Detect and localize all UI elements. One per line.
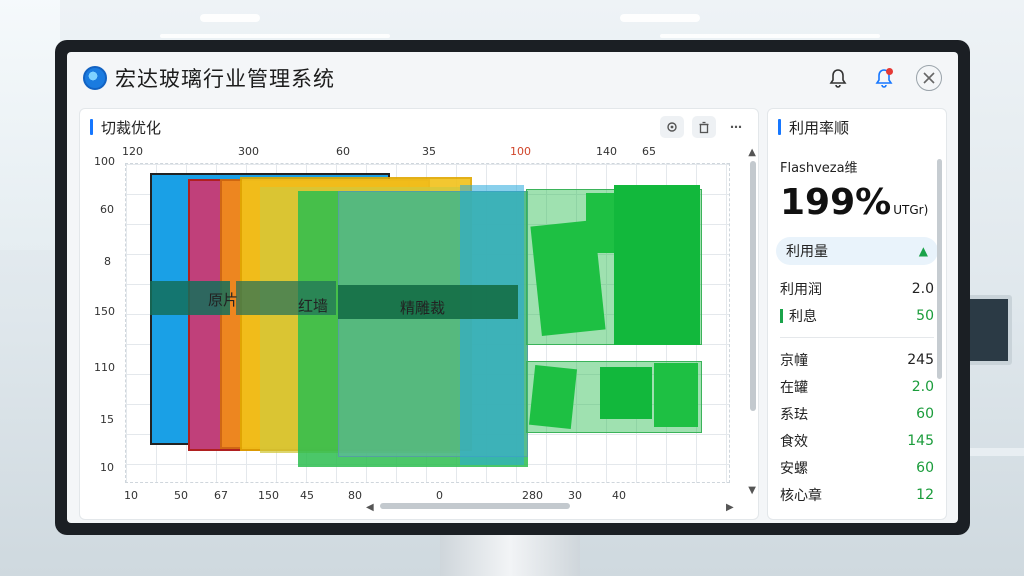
cutting-layout-chart: 120 300 60 35 100 140 65 100 60 8 150 11… [80, 145, 760, 521]
list-item: 安螺 60 [768, 454, 946, 481]
list-item: 核心章 12 [768, 481, 946, 508]
list-item-value: 245 [907, 351, 934, 368]
panel-scrollbar[interactable] [937, 159, 942, 379]
stat-label: Flashveza维 [780, 161, 858, 176]
horizontal-scrollbar[interactable] [380, 503, 570, 509]
bell-alert-icon[interactable] [870, 64, 898, 92]
ceiling-light [620, 14, 700, 22]
x-bottom-tick: 80 [348, 489, 362, 502]
bell-icon[interactable] [824, 64, 852, 92]
stat-row-value: 50 [916, 307, 934, 324]
list-item: 系珐 60 [768, 400, 946, 427]
big-number: 199% [780, 182, 892, 223]
ceiling-light [200, 14, 260, 22]
accent-bar [778, 119, 781, 135]
background-window [0, 0, 60, 250]
list-item: 食效 145 [768, 427, 946, 454]
list-item-label: 安螺 [780, 460, 808, 477]
app-title: 宏达玻璃行业管理系统 [115, 67, 335, 91]
x-bottom-tick: 50 [174, 489, 188, 502]
band-label: 红墙 [298, 297, 329, 315]
list-item-value: 145 [907, 432, 934, 449]
band-label: 精雕裁 [400, 299, 446, 317]
y-tick: 8 [104, 255, 111, 268]
pill-label: 利用量 [786, 244, 828, 260]
list-item-label: 在罐 [780, 379, 808, 396]
x-top-tick: 140 [596, 145, 617, 158]
x-bottom-tick: 67 [214, 489, 228, 502]
title-bar: 宏达玻璃行业管理系统 [67, 52, 958, 104]
list-item: 在罐 2.0 [768, 373, 946, 400]
stat-row-label: 利用润 [780, 281, 822, 298]
list-item-value: 2.0 [911, 378, 934, 395]
panel-title: 切裁优化 [101, 118, 162, 137]
list-item-value: 60 [916, 405, 934, 422]
cut-piece[interactable] [614, 185, 700, 345]
stat-row: 利息 50 [768, 302, 946, 329]
y-tick: 15 [100, 413, 114, 426]
stat-row-value: 2.0 [911, 280, 934, 297]
x-bottom-tick: 150 [258, 489, 279, 502]
scroll-down-arrow[interactable]: ▼ [748, 485, 756, 496]
trash-icon[interactable] [692, 116, 716, 138]
close-icon[interactable] [916, 65, 942, 91]
x-top-tick: 300 [238, 145, 259, 158]
list-item-label: 核心章 [780, 487, 822, 504]
big-unit: UTGr) [893, 203, 929, 217]
x-bottom-tick: 45 [300, 489, 314, 502]
list-item-value: 60 [916, 459, 934, 476]
cut-piece[interactable] [528, 364, 578, 430]
y-tick: 100 [94, 155, 115, 168]
x-top-tick: 65 [642, 145, 656, 158]
y-tick: 110 [94, 361, 115, 374]
list-item-label: 系珐 [780, 406, 808, 423]
list-item-label: 京幢 [780, 352, 808, 369]
panel-title: 利用率顺 [789, 118, 850, 137]
ceiling-light [660, 34, 880, 38]
divider [780, 337, 934, 338]
settings-icon[interactable] [660, 116, 684, 138]
accent-bar [90, 119, 93, 135]
app-screen: 宏达玻璃行业管理系统 切裁优化 ⋯ 120 300 60 35 100 140 … [67, 52, 958, 523]
x-top-tick: 120 [122, 145, 143, 158]
cut-piece[interactable] [600, 367, 652, 419]
x-bottom-tick: 40 [612, 489, 626, 502]
cutting-optimization-panel: 切裁优化 ⋯ 120 300 60 35 100 140 65 100 60 8… [79, 108, 759, 520]
band-label: 原片 [208, 291, 239, 309]
monitor: 宏达玻璃行业管理系统 切裁优化 ⋯ 120 300 60 35 100 140 … [55, 40, 970, 535]
trend-up-icon: ▲ [918, 244, 928, 258]
monitor-stand [440, 535, 580, 576]
scroll-up-arrow[interactable]: ▲ [748, 147, 756, 158]
glass-sheet-cyan[interactable] [460, 185, 524, 465]
list-item: 京幢 245 [768, 346, 946, 373]
y-tick: 10 [100, 461, 114, 474]
list-item-label: 食效 [780, 433, 808, 450]
x-bottom-tick: 0 [436, 489, 443, 502]
scroll-left-arrow[interactable]: ◀ [366, 502, 374, 513]
cut-piece[interactable] [654, 363, 698, 427]
x-bottom-tick: 280 [522, 489, 543, 502]
x-bottom-tick: 30 [568, 489, 582, 502]
utilization-value: 199% UTGr) [768, 176, 946, 223]
vertical-scrollbar[interactable] [750, 161, 756, 411]
list-item-value: 12 [916, 486, 934, 503]
stat-row: 利用润 2.0 [768, 275, 946, 302]
ceiling-light [160, 34, 390, 38]
green-marker [780, 308, 783, 323]
y-tick: 60 [100, 203, 114, 216]
utilization-panel: 利用率顺 Flashveza维 199% UTGr) 利用量 ▲ 利用润 2.0… [767, 108, 947, 520]
app-logo-icon [83, 66, 107, 90]
x-top-tick: 100 [510, 145, 531, 158]
x-bottom-tick: 10 [124, 489, 138, 502]
notification-dot [886, 68, 893, 75]
scroll-right-arrow[interactable]: ▶ [726, 502, 734, 513]
utilization-pill[interactable]: 利用量 ▲ [776, 237, 938, 265]
background-desk [970, 448, 1024, 456]
x-top-tick: 60 [336, 145, 350, 158]
stat-row-label: 利息 [789, 308, 817, 325]
y-tick: 150 [94, 305, 115, 318]
x-top-tick: 35 [422, 145, 436, 158]
more-icon[interactable]: ⋯ [724, 116, 748, 138]
